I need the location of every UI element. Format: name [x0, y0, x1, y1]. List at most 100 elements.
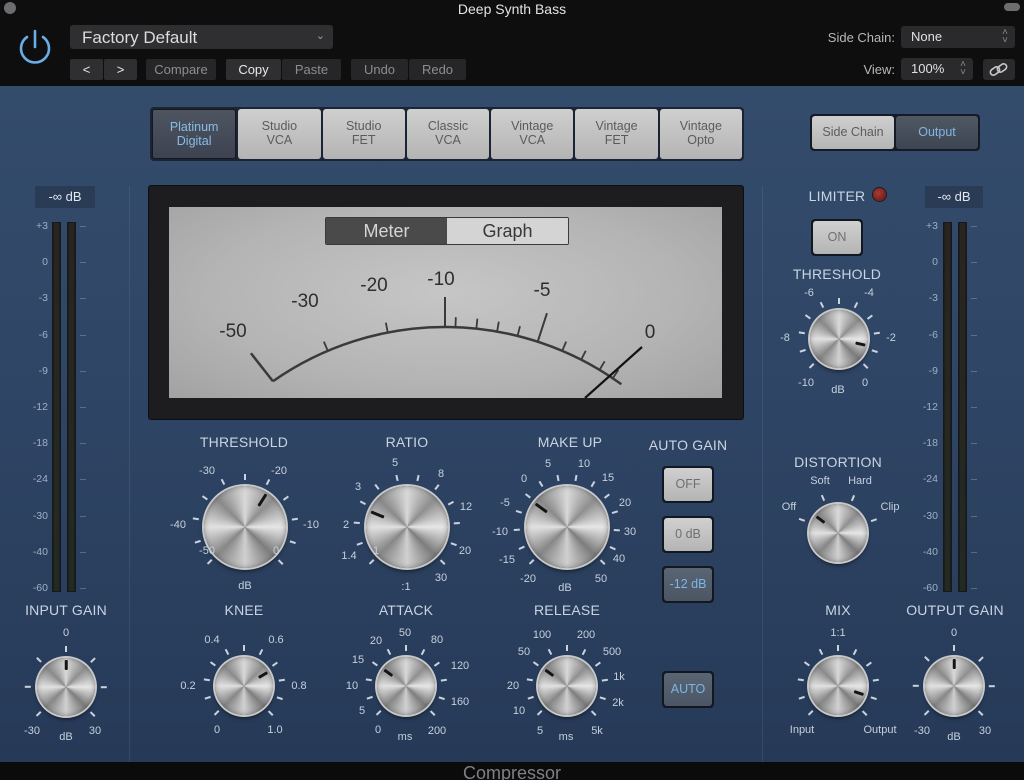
vu-arc	[272, 325, 623, 386]
meter-scale-label: -24	[32, 473, 48, 486]
output-gain-tick	[953, 645, 955, 651]
link-icon	[989, 63, 1008, 76]
next-preset-button[interactable]: >	[104, 59, 137, 80]
view-label: View:	[863, 62, 895, 77]
side-chain-tab[interactable]: Side Chain	[812, 116, 894, 149]
meter-scale-tick	[80, 588, 86, 589]
ratio-scale-label: 1.4	[341, 550, 357, 562]
makeup-scale-label: 15	[601, 472, 615, 484]
meter-scale-label: -9	[38, 364, 48, 377]
ratio-scale-label: 30	[434, 572, 448, 584]
attack-scale-label: 50	[398, 627, 412, 639]
limiter-threshold-title: THRESHOLD	[792, 266, 882, 282]
circuit-tab-vintage-fet[interactable]: Vintage FET	[575, 109, 658, 159]
circuit-tab-studio-vca[interactable]: Studio VCA	[238, 109, 321, 159]
output-gain-title: OUTPUT GAIN	[906, 602, 1004, 618]
meter-scale-label: -3	[38, 292, 48, 305]
threshold-scale-label: -50	[199, 545, 215, 557]
mix-knob[interactable]	[809, 657, 867, 715]
view-zoom-select[interactable]: 100% ˄ ˅	[901, 58, 973, 80]
makeup-scale-label: 50	[594, 573, 608, 585]
release-scale-label: 20	[506, 680, 520, 692]
circuit-tab-line1: Vintage	[511, 119, 554, 133]
redo-button[interactable]: Redo	[409, 59, 466, 80]
attack-scale-label: 200	[427, 725, 447, 737]
circuit-tab-line1: Vintage	[679, 119, 722, 133]
meter-scale-label: 0	[932, 256, 938, 269]
limiter-threshold-scale-label: 0	[861, 377, 869, 389]
distortion-scale-label: Clip	[880, 501, 900, 513]
output-gain-scale-label: 0	[950, 627, 958, 639]
meter-scale-tick	[971, 588, 977, 589]
circuit-tab-vintage-vca[interactable]: Vintage VCA	[491, 109, 574, 159]
meter-scale-tick	[80, 370, 86, 372]
meter-scale-label: -12	[922, 401, 938, 413]
input-level-bar-right	[67, 222, 76, 592]
meter-scale-tick	[971, 334, 977, 336]
ratio-scale-label: 3	[354, 481, 362, 493]
distortion-knob[interactable]	[809, 504, 867, 562]
limiter-threshold-knob[interactable]	[810, 310, 868, 368]
input-gain-title: INPUT GAIN	[25, 602, 107, 618]
meter-scale-tick	[80, 443, 86, 445]
circuit-tab-classic-vca[interactable]: Classic VCA	[406, 109, 490, 159]
meter-scale-tick	[80, 551, 86, 553]
output-gain-knob[interactable]	[925, 657, 983, 715]
circuit-tab-line2: VCA	[519, 133, 546, 147]
circuit-tab-line2: Opto	[687, 133, 715, 147]
knee-scale-label: 1.0	[267, 724, 283, 736]
side-chain-select[interactable]: None ˄ ˅	[901, 26, 1015, 48]
auto-gain-title: AUTO GAIN	[648, 437, 728, 453]
attack-unit-label: ms	[397, 731, 413, 743]
meter-tab[interactable]: Meter	[326, 218, 447, 244]
knob-pointer	[855, 341, 866, 347]
auto-gain-0db-button[interactable]: 0 dB	[662, 516, 714, 553]
updown-arrows-icon: ˄ ˅	[1002, 27, 1008, 46]
meter-scale-tick	[80, 226, 86, 227]
undo-button[interactable]: Undo	[351, 59, 408, 80]
knob-pointer	[257, 671, 268, 679]
vu-scale-label: -30	[291, 291, 318, 312]
distortion-scale-label: Off	[781, 501, 797, 513]
circuit-tab-studio-fet[interactable]: Studio FET	[322, 109, 405, 159]
sidechain-output-toggle: Side Chain Output	[810, 114, 980, 151]
vu-minor-tick	[323, 341, 329, 352]
previous-preset-button[interactable]: <	[70, 59, 103, 80]
input-gain-knob[interactable]	[37, 658, 95, 716]
output-tab[interactable]: Output	[896, 116, 978, 149]
mix-scale-label: 1:1	[830, 627, 846, 639]
graph-tab[interactable]: Graph	[447, 218, 568, 244]
limiter-on-button[interactable]: ON	[811, 219, 863, 256]
meter-scale-tick	[971, 370, 977, 372]
link-button[interactable]	[983, 59, 1015, 80]
auto-release-button[interactable]: AUTO	[662, 671, 714, 708]
knee-knob[interactable]	[215, 657, 273, 715]
circuit-tab-vintage-opto[interactable]: Vintage Opto	[659, 109, 742, 159]
paste-button[interactable]: Paste	[282, 59, 341, 80]
limiter-led	[873, 188, 886, 201]
release-scale-label: 1k	[613, 671, 625, 683]
power-button[interactable]	[16, 27, 54, 67]
release-scale-label: 100	[532, 629, 552, 641]
compare-button[interactable]: Compare	[146, 59, 216, 80]
attack-scale-label: 120	[450, 660, 470, 672]
makeup-knob[interactable]	[526, 486, 608, 568]
auto-gain-minus12db-button[interactable]: -12 dB	[662, 566, 714, 603]
meter-scale-label: -6	[38, 328, 48, 341]
plugin-name: Compressor	[462, 764, 562, 780]
auto-gain-off-label: OFF	[664, 468, 712, 501]
mix-title: MIX	[825, 602, 851, 618]
attack-knob[interactable]	[377, 657, 435, 715]
knob-pointer	[544, 669, 555, 678]
input-level-readout: -∞ dB	[35, 186, 95, 208]
meter-scale-tick	[80, 334, 86, 336]
circuit-tab-line2: Digital	[176, 134, 212, 148]
attack-scale-label: 15	[351, 654, 365, 666]
copy-button[interactable]: Copy	[226, 59, 281, 80]
output-level-bar-right	[958, 222, 967, 592]
auto-gain-off-button[interactable]: OFF	[662, 466, 714, 503]
preset-select[interactable]: Factory Default ⌄	[70, 25, 333, 49]
circuit-tab-platinum-digital[interactable]: Platinum Digital	[152, 109, 237, 159]
release-knob[interactable]	[538, 657, 596, 715]
makeup-scale-label: 0	[520, 473, 528, 485]
